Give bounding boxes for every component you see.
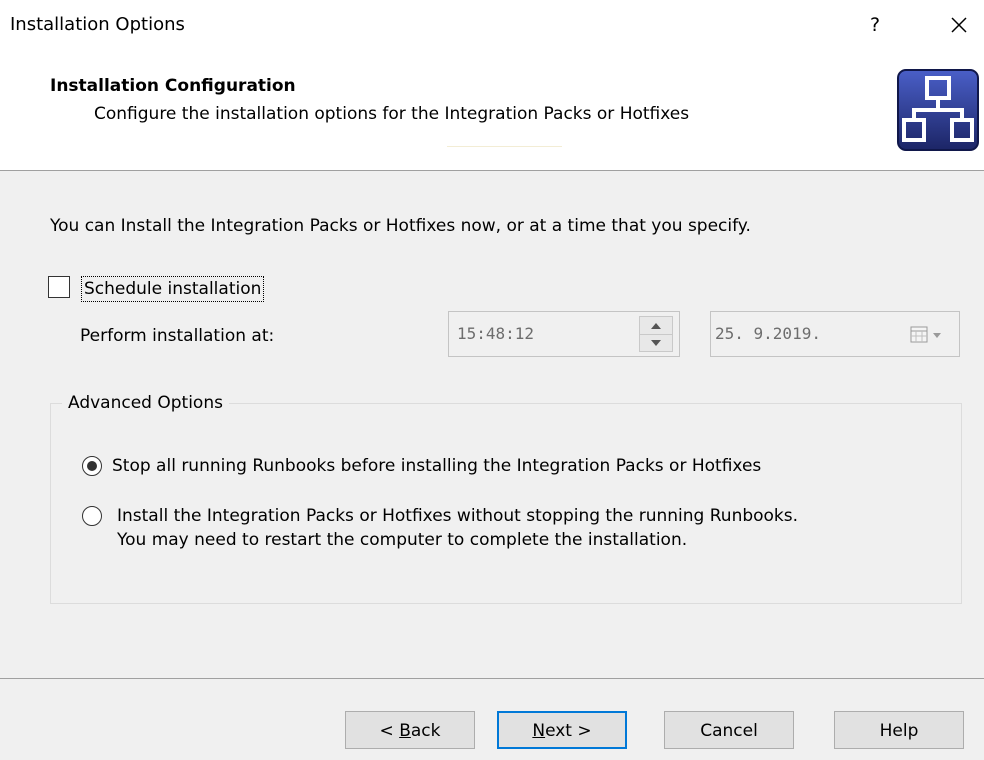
advanced-options-legend: Advanced Options <box>62 393 229 413</box>
time-value: 15:48:12 <box>457 324 535 343</box>
schedule-installation-text: Schedule installation <box>84 279 262 299</box>
spin-up-icon[interactable] <box>640 317 672 335</box>
schedule-installation-label[interactable]: Schedule installation <box>81 276 265 302</box>
page-title: Installation Configuration <box>50 76 296 96</box>
back-mnemonic: B <box>399 721 411 741</box>
back-prefix: < <box>379 721 400 741</box>
stop-runbooks-label[interactable]: Stop all running Runbooks before install… <box>112 454 761 478</box>
footer-divider <box>0 678 984 679</box>
next-rest: ext > <box>545 721 592 741</box>
calendar-dropdown-icon[interactable] <box>907 324 953 346</box>
page-subtitle: Configure the installation options for t… <box>94 104 690 124</box>
next-button[interactable]: Next > <box>497 711 627 749</box>
help-button[interactable]: Help <box>834 711 964 749</box>
title-bar: Installation Options ? <box>0 0 984 52</box>
back-button[interactable]: < Back <box>345 711 475 749</box>
time-spinner[interactable] <box>639 316 673 352</box>
next-mnemonic: N <box>532 721 546 741</box>
time-picker[interactable]: 15:48:12 <box>448 311 680 357</box>
spin-down-icon[interactable] <box>640 334 672 351</box>
back-rest: ack <box>410 721 441 741</box>
date-picker[interactable]: 25. 9.2019. <box>710 311 960 357</box>
schedule-installation-checkbox[interactable] <box>48 276 70 298</box>
wizard-header: Installation Configuration Configure the… <box>0 52 984 171</box>
install-without-stopping-line2: You may need to restart the computer to … <box>117 530 688 550</box>
header-divider <box>447 146 562 147</box>
network-hierarchy-icon <box>897 69 979 151</box>
install-without-stopping-radio[interactable] <box>82 506 102 526</box>
close-icon[interactable] <box>944 10 974 40</box>
cancel-button[interactable]: Cancel <box>664 711 794 749</box>
date-value: 25. 9.2019. <box>715 324 821 343</box>
help-icon[interactable]: ? <box>860 10 890 40</box>
intro-text: You can Install the Integration Packs or… <box>50 216 751 236</box>
install-without-stopping-line1: Install the Integration Packs or Hotfixe… <box>117 506 799 526</box>
perform-installation-label: Perform installation at: <box>80 326 275 346</box>
install-without-stopping-label[interactable]: Install the Integration Packs or Hotfixe… <box>117 504 798 552</box>
stop-runbooks-radio[interactable] <box>82 456 102 476</box>
window-title: Installation Options <box>10 14 185 35</box>
